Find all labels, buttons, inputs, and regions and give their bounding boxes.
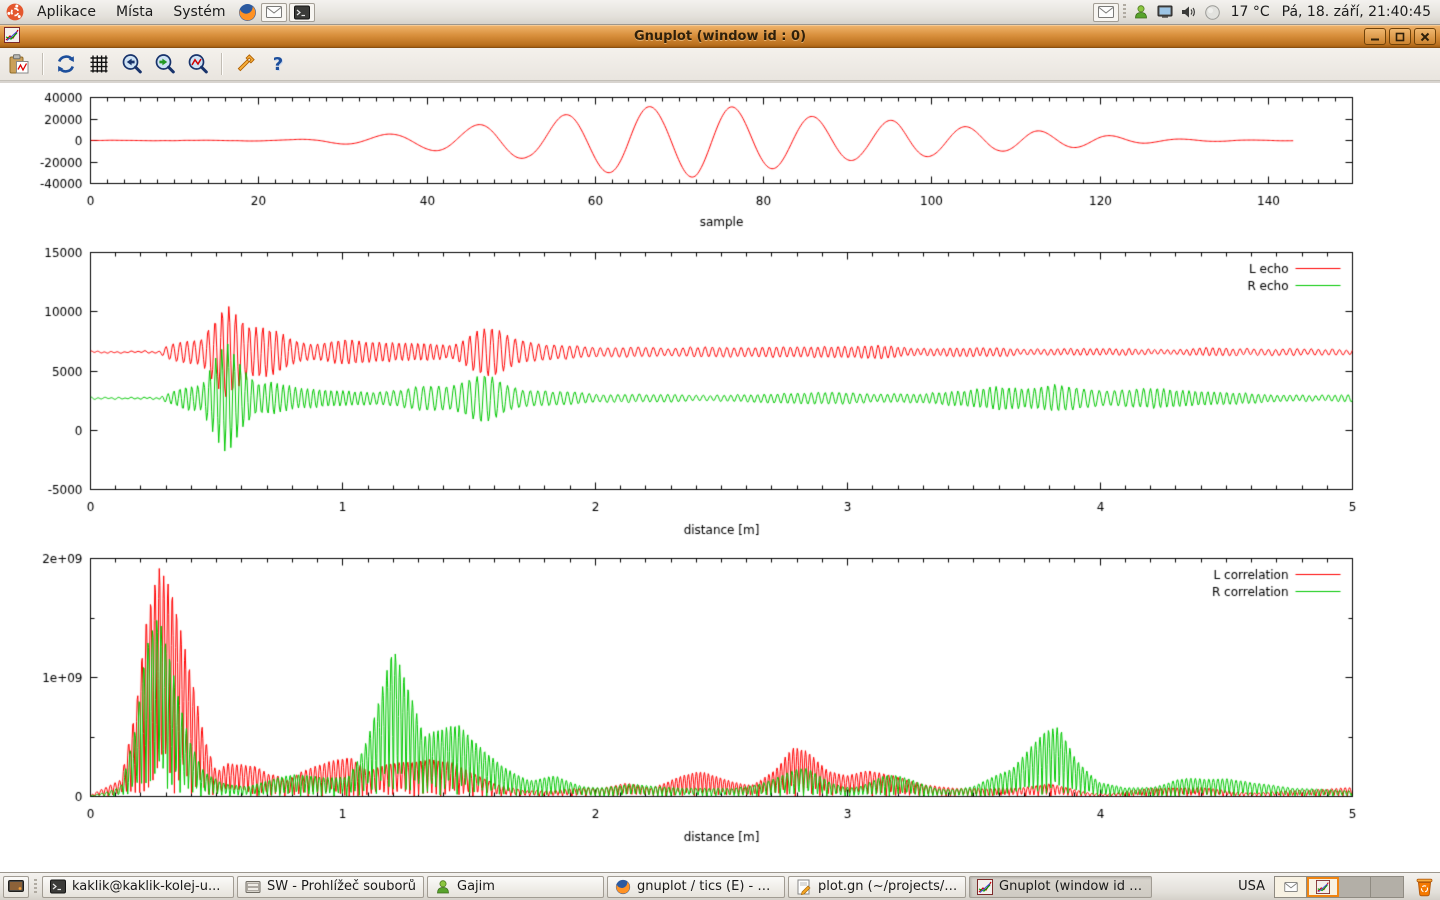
settings-wrench-icon[interactable]	[232, 51, 258, 77]
toolbar-separator	[42, 53, 43, 75]
temperature-applet[interactable]: 17 °C	[1226, 4, 1275, 20]
display-icon[interactable]	[1155, 2, 1175, 22]
menu-places[interactable]: Místa	[107, 2, 162, 22]
workspace-switcher	[1274, 876, 1404, 898]
keyboard-layout-indicator[interactable]: USA	[1232, 879, 1271, 894]
gnuplot-canvas[interactable]	[0, 83, 1440, 872]
window-title: Gnuplot (window id : 0)	[0, 29, 1440, 44]
taskbar-button-file-manager[interactable]: SW - Prohlížeč souborů	[237, 876, 424, 898]
maximize-button[interactable]	[1389, 28, 1411, 45]
menu-system[interactable]: Systém	[164, 2, 234, 22]
autoscale-icon[interactable]	[185, 51, 211, 77]
tray-handle[interactable]	[1123, 4, 1126, 20]
workspace-4[interactable]	[1371, 877, 1403, 897]
minimize-button[interactable]	[1364, 28, 1386, 45]
copy-to-clipboard-icon[interactable]	[6, 51, 32, 77]
taskbar-button-terminal[interactable]: kaklik@kaklik-kolej-u...	[42, 876, 234, 898]
bottom-taskbar: kaklik@kaklik-kolej-u... SW - Prohlížeč …	[0, 872, 1440, 900]
window-titlebar[interactable]: Gnuplot (window id : 0)	[0, 25, 1440, 48]
taskbar-button-text-editor[interactable]: plot.gn (~/projects/p...	[788, 876, 966, 898]
taskbar-button-firefox[interactable]: gnuplot / tics (E) - M...	[607, 876, 785, 898]
show-desktop-button[interactable]	[3, 876, 29, 898]
taskbar-handle[interactable]	[34, 879, 37, 895]
help-icon[interactable]: ?	[265, 51, 291, 77]
taskbar-button-label: Gnuplot (window id : 0)	[999, 879, 1144, 894]
ubuntu-menu-icon[interactable]	[4, 1, 26, 23]
zoom-previous-icon[interactable]	[119, 51, 145, 77]
taskbar-button-label: Gajim	[457, 879, 495, 894]
mail-notification-icon[interactable]	[1093, 3, 1119, 22]
workspace-3[interactable]	[1339, 877, 1371, 897]
toggle-grid-icon[interactable]	[86, 51, 112, 77]
user-presence-icon[interactable]	[1131, 2, 1151, 22]
firefox-icon[interactable]	[237, 1, 259, 23]
trash-icon[interactable]	[1411, 875, 1437, 899]
taskbar-button-label: plot.gn (~/projects/p...	[818, 879, 958, 894]
toolbar-separator	[221, 53, 222, 75]
plot-area	[0, 83, 1440, 872]
gnuplot-window: Gnuplot (window id : 0)	[0, 25, 1440, 872]
taskbar-button-gnuplot[interactable]: Gnuplot (window id : 0)	[969, 876, 1152, 898]
replot-icon[interactable]	[53, 51, 79, 77]
close-button[interactable]	[1414, 28, 1436, 45]
taskbar-button-label: kaklik@kaklik-kolej-u...	[72, 879, 220, 894]
taskbar-button-label: SW - Prohlížeč souborů	[267, 879, 416, 894]
taskbar-button-label: gnuplot / tics (E) - M...	[637, 879, 777, 894]
mail-icon[interactable]	[261, 3, 287, 22]
workspace-1[interactable]	[1275, 877, 1307, 897]
volume-icon[interactable]	[1179, 2, 1199, 22]
top-panel: Aplikace Místa Systém	[0, 0, 1440, 25]
workspace-2[interactable]	[1307, 877, 1339, 897]
weather-icon[interactable]	[1203, 2, 1223, 22]
menu-applications[interactable]: Aplikace	[28, 2, 105, 22]
zoom-next-icon[interactable]	[152, 51, 178, 77]
terminal-icon[interactable]	[289, 3, 315, 22]
taskbar-button-gajim[interactable]: Gajim	[427, 876, 604, 898]
clock-applet[interactable]: Pá, 18. září, 21:40:45	[1277, 4, 1436, 20]
gnuplot-toolbar: ?	[0, 48, 1440, 81]
